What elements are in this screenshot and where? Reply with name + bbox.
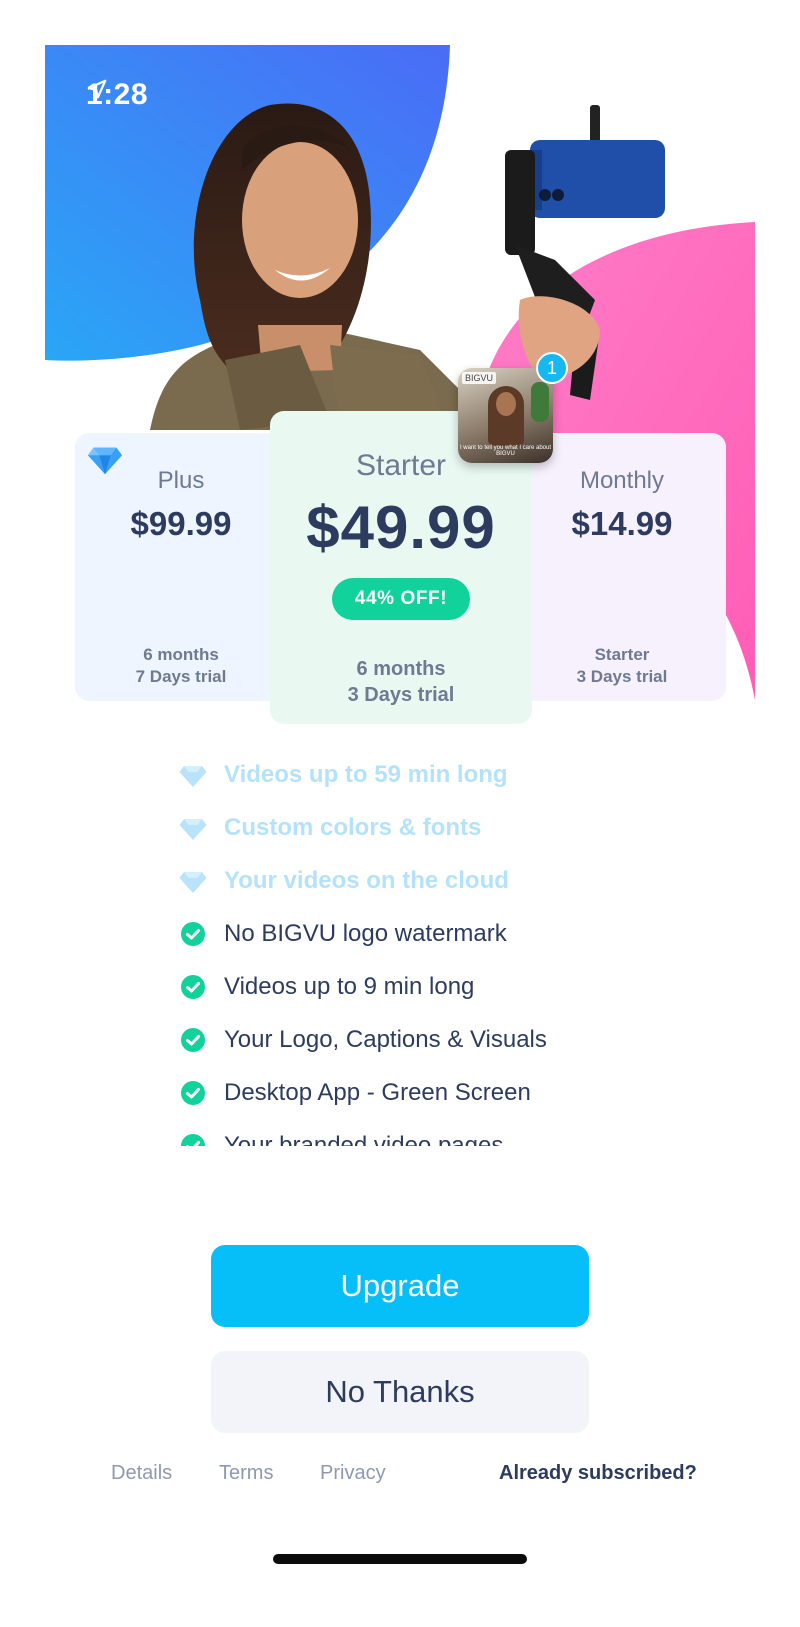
already-subscribed-link[interactable]: Already subscribed? (499, 1462, 697, 1485)
plan-duration: 6 months (356, 658, 446, 680)
plan-terms: Starter 3 Days trial (518, 644, 726, 688)
home-indicator[interactable] (273, 1554, 527, 1564)
feature-item: Custom colors & fonts (178, 801, 698, 854)
check-circle-icon (178, 1078, 208, 1108)
feature-item: Desktop App - Green Screen (178, 1066, 698, 1119)
thumbnail-brand-label: BIGVU (462, 372, 497, 384)
plan-price: $14.99 (571, 505, 673, 542)
feature-item: Videos up to 59 min long (178, 748, 698, 801)
feature-text: Your Logo, Captions & Visuals (224, 1025, 547, 1053)
diamond-icon (86, 440, 124, 478)
thumbnail-caption: I want to tell you what I care about BIG… (459, 445, 552, 457)
plan-price: $99.99 (130, 505, 232, 542)
no-thanks-button[interactable]: No Thanks (211, 1351, 589, 1433)
diamond-icon (178, 813, 208, 843)
terms-link[interactable]: Terms (219, 1462, 273, 1485)
feature-text: No BIGVU logo watermark (224, 919, 507, 947)
diamond-icon (178, 866, 208, 896)
feature-item: Your videos on the cloud (178, 854, 698, 907)
plan-name: Monthly (579, 467, 665, 494)
plan-duration: Starter (594, 645, 650, 664)
feature-text: Your branded video pages (224, 1131, 504, 1147)
plan-trial: 7 Days trial (135, 667, 227, 686)
video-thumbnail[interactable]: BIGVU I want to tell you what I care abo… (458, 368, 553, 463)
check-circle-icon (178, 972, 208, 1002)
feature-text: Videos up to 9 min long (224, 972, 475, 1000)
check-circle-icon (178, 919, 208, 949)
feature-item: No BIGVU logo watermark (178, 907, 698, 960)
privacy-link[interactable]: Privacy (320, 1462, 386, 1485)
discount-badge: 44% OFF! (332, 578, 470, 620)
thumbnail-plant (531, 382, 549, 422)
status-bar-time: 1:28 (86, 78, 176, 112)
feature-text: Desktop App - Green Screen (224, 1078, 531, 1106)
plan-terms: 6 months 3 Days trial (270, 656, 532, 708)
plan-price: $49.99 (306, 494, 496, 561)
feature-item: Your branded video pages (178, 1119, 698, 1146)
feature-text: Your videos on the cloud (224, 866, 509, 894)
thumbnail-face (496, 392, 516, 416)
check-circle-icon (178, 1131, 208, 1146)
feature-text: Videos up to 59 min long (224, 760, 508, 788)
diamond-icon (178, 760, 208, 790)
details-link[interactable]: Details (111, 1462, 172, 1485)
location-arrow-icon (87, 79, 176, 106)
feature-text: Custom colors & fonts (224, 813, 482, 841)
check-circle-icon (178, 1025, 208, 1055)
feature-item: Your Logo, Captions & Visuals (178, 1013, 698, 1066)
paywall-screen: 1:28 Plus $99.99 6 months 7 Days trial M… (0, 0, 800, 1627)
feature-list: Videos up to 59 min long Custom colors &… (178, 748, 698, 1146)
plan-terms: 6 months 7 Days trial (75, 644, 287, 688)
plan-trial: 3 Days trial (576, 667, 668, 686)
notification-badge: 1 (536, 352, 568, 384)
plan-trial: 3 Days trial (347, 684, 455, 706)
feature-item: Videos up to 9 min long (178, 960, 698, 1013)
upgrade-button[interactable]: Upgrade (211, 1245, 589, 1327)
plan-duration: 6 months (143, 645, 219, 664)
plan-card-monthly[interactable]: Monthly $14.99 Starter 3 Days trial (518, 433, 726, 701)
